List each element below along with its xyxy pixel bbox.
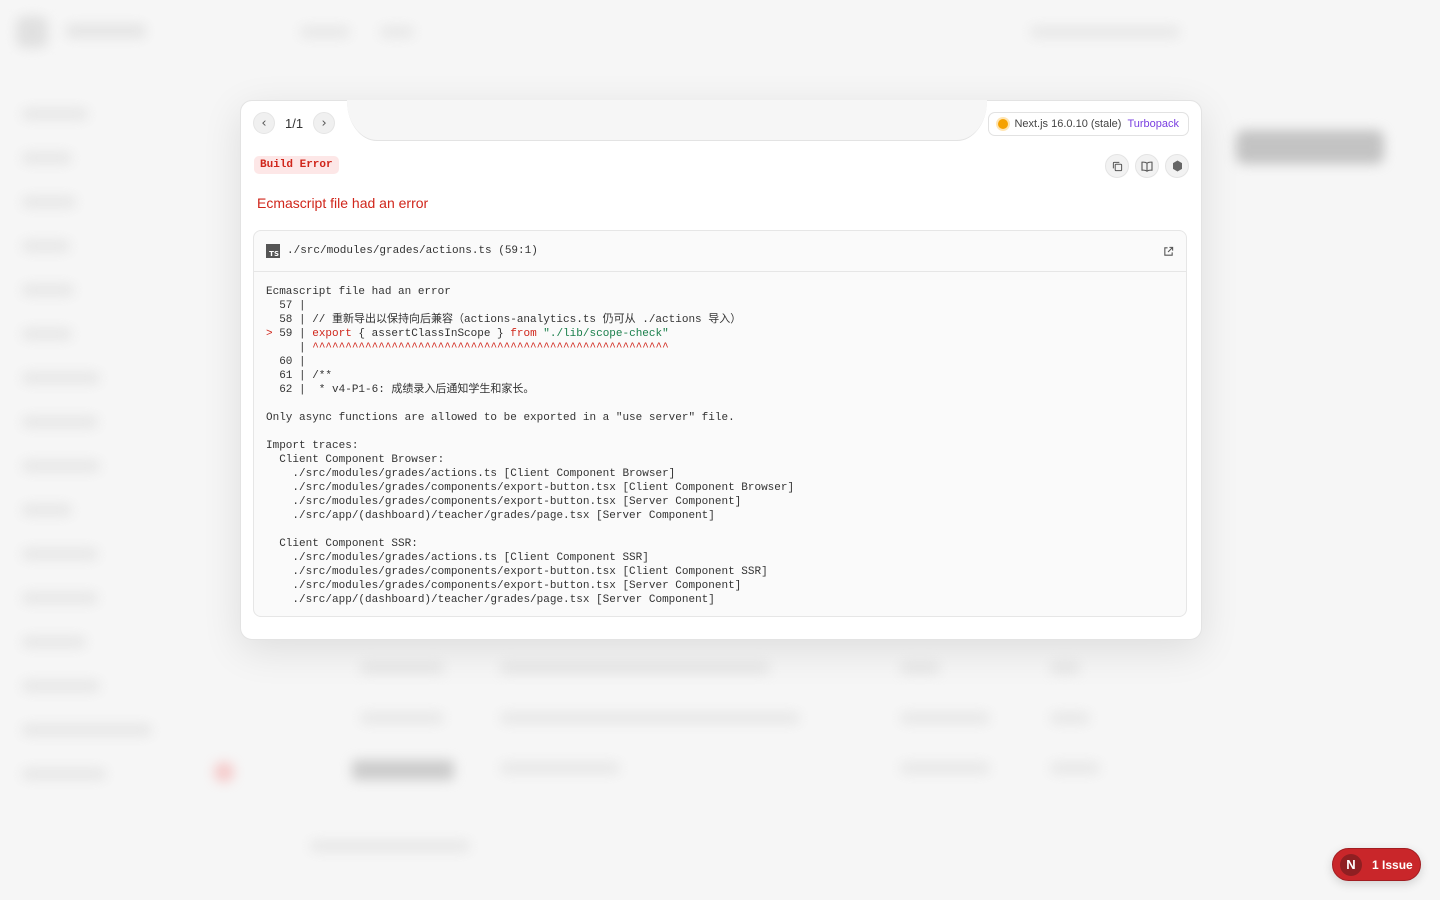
code-line-58: 58 | // 重新导出以保持向后兼容（actions-analytics.ts… — [266, 314, 742, 326]
chevron-left-icon: ‹ — [261, 115, 267, 131]
trace-entry: ./src/modules/grades/actions.ts [Client … — [266, 552, 649, 564]
version-indicator[interactable]: Next.js 16.0.10 (stale) Turbopack — [988, 112, 1189, 136]
error-overlay-dialog: ‹ 1/1 › Next.js 16.0.10 (stale) Turbopac… — [240, 100, 1202, 640]
nextjs-hex-icon — [1172, 160, 1182, 172]
background-table-cell — [900, 762, 990, 774]
trace-entry: ./src/app/(dashboard)/teacher/grades/pag… — [266, 594, 715, 606]
next-error-button[interactable]: › — [313, 112, 336, 134]
docs-button[interactable] — [1135, 154, 1159, 178]
background-table-cell — [500, 662, 770, 674]
copy-icon — [1112, 161, 1122, 171]
error-title: Ecmascript file had an error — [257, 195, 429, 211]
code-frame: TS ./src/modules/grades/actions.ts (59:1… — [253, 230, 1187, 617]
background-table-cell — [500, 712, 800, 724]
trace-entry: ./src/modules/grades/components/export-b… — [266, 482, 795, 494]
background-sidebar-item — [22, 460, 100, 472]
background-table-cell — [1050, 712, 1090, 724]
background-table-cell — [1050, 662, 1080, 674]
issue-count-label: 1 Issue — [1372, 857, 1413, 872]
import-traces-title: Import traces: — [266, 440, 359, 452]
docs-icon — [1141, 161, 1153, 172]
background-primary-button — [1236, 130, 1384, 164]
error-line-marker: > — [266, 328, 280, 340]
turbopack-label: Turbopack — [1127, 118, 1179, 130]
background-sidebar-item — [22, 372, 100, 384]
copy-error-button[interactable] — [1105, 154, 1129, 178]
background-header-item — [300, 26, 350, 38]
dialog-tab-notch — [347, 100, 987, 141]
background-logo-text — [66, 24, 146, 38]
issues-indicator-button[interactable]: N 1 Issue — [1332, 848, 1421, 881]
background-header-item — [380, 26, 414, 38]
code-line-60: 60 | — [266, 356, 306, 368]
background-sidebar-item — [22, 284, 74, 296]
background-header-item — [1030, 26, 1180, 38]
background-table-cell — [1050, 762, 1100, 774]
trace-entry: ./src/modules/grades/components/export-b… — [266, 566, 768, 578]
code-keyword-export: export — [312, 328, 352, 340]
trace-group-browser-title: Client Component Browser: — [266, 454, 445, 466]
previous-error-button[interactable]: ‹ — [253, 112, 275, 134]
background-sidebar-item — [22, 548, 98, 560]
background-table-cell — [900, 662, 940, 674]
code-line-62: 62 | * v4-P1-6: 成绩录入后通知学生和家长。 — [266, 384, 535, 396]
code-line-59-body: { assertClassInScope } — [351, 328, 511, 340]
trace-group-ssr-title: Client Component SSR: — [266, 538, 418, 550]
background-table-cell — [500, 762, 620, 774]
error-pagination: ‹ 1/1 › — [253, 112, 336, 134]
background-sidebar-item — [22, 504, 72, 516]
background-table-cell — [360, 712, 444, 724]
build-error-badge: Build Error — [254, 156, 339, 174]
error-actions — [1105, 154, 1189, 178]
error-caret-underline: ^^^^^^^^^^^^^^^^^^^^^^^^^^^^^^^^^^^^^^^^… — [312, 342, 669, 354]
trace-entry: ./src/modules/grades/components/export-b… — [266, 496, 742, 508]
error-message: Only async functions are allowed to be e… — [266, 412, 735, 424]
file-path-link[interactable]: ./src/modules/grades/actions.ts (59:1) — [287, 245, 538, 257]
chevron-right-icon: › — [321, 115, 327, 131]
code-keyword-from: from — [510, 328, 537, 340]
background-sidebar-item — [22, 724, 152, 736]
caret-line-prefix: | — [266, 342, 313, 354]
code-line-61: 61 | /** — [266, 370, 333, 382]
code-frame-header: TS ./src/modules/grades/actions.ts (59:1… — [254, 231, 1186, 272]
background-sidebar-item — [22, 328, 72, 340]
background-table-cell — [900, 712, 990, 724]
trace-entry: ./src/modules/grades/components/export-b… — [266, 580, 742, 592]
background-sidebar-item — [22, 196, 76, 208]
background-table-cell — [360, 662, 444, 674]
code-string-import-path: "./lib/scope-check" — [543, 328, 669, 340]
typescript-file-icon: TS — [266, 244, 280, 258]
code-header-line: Ecmascript file had an error — [266, 286, 451, 298]
nextjs-logo-icon: N — [1340, 853, 1362, 876]
background-sidebar-item — [22, 152, 72, 164]
nextjs-version-label: Next.js 16.0.10 (stale) — [1014, 118, 1122, 130]
code-line-59-number: 59 | — [279, 328, 313, 340]
background-footer-text — [310, 840, 470, 852]
background-sidebar-item — [22, 636, 86, 648]
external-link-icon[interactable] — [1163, 246, 1174, 257]
code-line-57: 57 | — [266, 300, 306, 312]
trace-entry: ./src/modules/grades/actions.ts [Client … — [266, 468, 676, 480]
background-sidebar-item — [22, 416, 98, 428]
background-logo — [16, 16, 48, 48]
trace-entry: ./src/app/(dashboard)/teacher/grades/pag… — [266, 510, 715, 522]
background-sidebar-item — [22, 680, 100, 692]
background-sidebar-item — [22, 768, 106, 780]
background-red-dot — [214, 762, 234, 782]
background-table-cell — [352, 760, 454, 780]
stale-status-dot — [998, 119, 1009, 129]
nextjs-feedback-button[interactable] — [1165, 154, 1189, 178]
background-sidebar-item — [22, 240, 70, 252]
background-sidebar-item — [22, 592, 98, 604]
background-sidebar-item — [22, 108, 88, 120]
code-frame-body: Ecmascript file had an error 57 | 58 | /… — [254, 272, 1186, 616]
error-counter: 1/1 — [285, 115, 304, 131]
